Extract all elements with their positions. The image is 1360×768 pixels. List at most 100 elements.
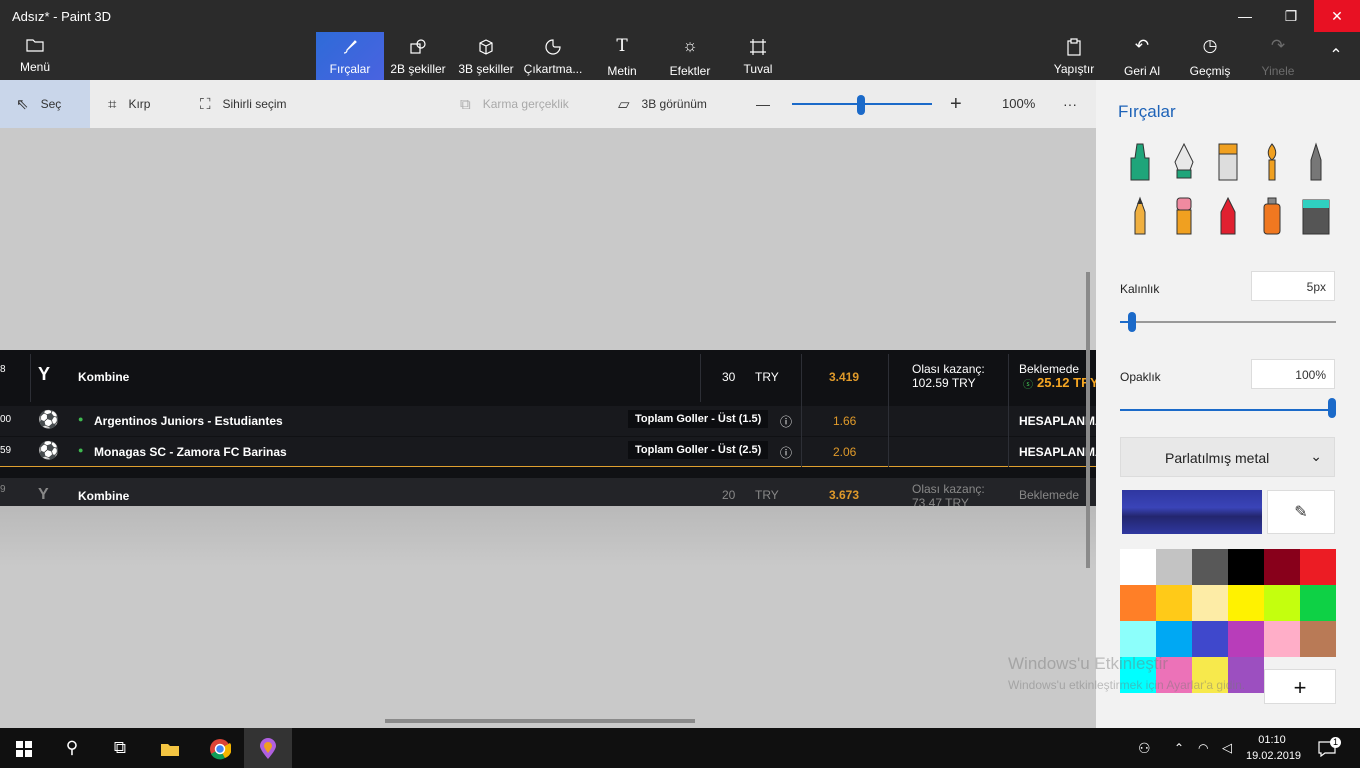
color-swatch[interactable] [1192,549,1228,585]
watercolor-brush-icon[interactable] [1254,142,1290,182]
opacity-slider[interactable] [1120,409,1336,411]
clock[interactable]: 01:10 19.02.2019 [1246,732,1301,764]
tab-text[interactable]: T Metin [598,32,646,80]
color-swatch[interactable] [1228,549,1264,585]
zoom-out-button[interactable]: — [756,80,770,128]
watermark-subtitle: Windows'u etkinleştirmek için Ayarlar'a … [1008,678,1246,692]
marker-brush-icon[interactable] [1122,142,1158,182]
color-swatch[interactable] [1156,585,1192,621]
chevron-down-icon: ⌄ [1310,448,1322,464]
tab-brushes[interactable]: Fırçalar [316,32,384,80]
status-badge: Beklemede [1019,488,1080,502]
color-swatch[interactable] [1120,621,1156,657]
folder-icon [8,32,62,56]
restore-button[interactable]: ❐ [1268,0,1314,32]
soccer-ball-icon: ⚽ [38,441,60,460]
thickness-slider-thumb[interactable] [1128,312,1136,332]
tab-canvas[interactable]: Tuval [736,32,780,80]
chevron-up-icon[interactable]: ⌃ [1174,728,1184,768]
color-swatch[interactable] [1228,621,1264,657]
color-swatch[interactable] [1192,621,1228,657]
notifications-icon[interactable]: 1 [1318,728,1341,768]
thickness-label: Kalınlık [1120,282,1160,296]
pixel-pen-icon[interactable] [1298,142,1334,182]
paint-3d-icon[interactable] [244,728,292,768]
close-button[interactable]: ✕ [1314,0,1360,32]
color-swatch[interactable] [1120,585,1156,621]
crayon-icon[interactable] [1210,196,1246,236]
row-odds: 1.66 [833,414,857,428]
calligraphy-pen-icon[interactable] [1166,142,1202,182]
material-dropdown[interactable]: Parlatılmış metal ⌄ [1120,437,1335,477]
zoom-in-button[interactable]: + [950,80,962,128]
vertical-scrollbar[interactable] [1086,272,1090,568]
pasted-image: 8 Y Kombine 30 TRY 3.419 Olası kazanç: 1… [0,350,1104,506]
network-icon[interactable]: ◠ [1198,728,1208,768]
color-swatch[interactable] [1264,585,1300,621]
tab-effects[interactable]: ☼ Efektler [664,32,716,80]
table-row: 9 Y Kombine 20 TRY 3.673 Olası kazanç: 7… [0,478,1096,506]
volume-icon[interactable]: ◁ [1222,728,1232,768]
spray-can-icon[interactable] [1254,196,1290,236]
color-swatch[interactable] [1156,621,1192,657]
undo-label: Geri Al [1123,64,1160,78]
start-button[interactable] [0,728,48,768]
menu-button[interactable]: Menü [8,32,62,80]
color-swatch[interactable] [1300,549,1336,585]
opacity-input[interactable]: 100% [1251,359,1335,389]
redo-button[interactable]: ↷ Yinele [1258,32,1298,80]
tab-2d-shapes[interactable]: 2B şekiller [386,32,450,80]
horizontal-scrollbar[interactable] [385,719,695,723]
color-swatch[interactable] [1228,585,1264,621]
chrome-icon[interactable] [196,728,244,768]
3d-view-button[interactable]: ▱ 3B görünüm [618,80,707,128]
task-view-icon[interactable]: ⧉ [96,728,144,768]
file-explorer-icon[interactable] [146,728,194,768]
mixed-reality-button[interactable]: ⧉ Karma gerçeklik [460,80,569,128]
color-swatch[interactable] [1192,585,1228,621]
color-swatch[interactable] [1264,621,1300,657]
watermark-title: Windows'u Etkinleştir [1008,654,1169,673]
crop-button[interactable]: ⌗ Kırp [108,80,150,128]
match-name: Monagas SC - Zamora FC Barinas [94,445,287,459]
select-button[interactable]: ⇖ Seç [0,80,90,128]
opacity-label: Opaklık [1120,370,1161,384]
history-button[interactable]: ◷ Geçmiş [1188,32,1232,80]
thickness-input[interactable]: 5px [1251,271,1335,301]
tab-3d-shapes[interactable]: 3B şekiller [454,32,518,80]
row-odds: 3.673 [829,488,860,502]
collapse-ribbon-button[interactable]: ⌃ [1320,32,1352,80]
magic-select-button[interactable]: ⛶ Sihirli seçim [200,80,287,128]
zoom-slider-thumb[interactable] [857,95,865,115]
fill-bucket-icon[interactable] [1298,196,1334,236]
minimize-button[interactable]: — [1222,0,1268,32]
crop-label: Kırp [128,97,151,111]
color-swatch[interactable] [1300,585,1336,621]
tab-stickers[interactable]: Çıkartma... [522,32,584,80]
pencil-icon[interactable] [1122,196,1158,236]
row-odds: 2.06 [833,445,857,459]
search-icon[interactable]: ⚲ [48,728,96,768]
selected-color-swatch[interactable] [1122,490,1262,534]
status-badge: Beklemede [1019,362,1080,376]
color-swatch[interactable] [1156,549,1192,585]
eyedropper-button[interactable]: ✎ [1267,490,1335,534]
oil-brush-icon[interactable] [1210,142,1246,182]
color-swatch[interactable] [1264,549,1300,585]
paste-button[interactable]: Yapıştır [1050,32,1098,80]
tab-label: Efektler [669,64,711,78]
color-swatch[interactable] [1120,549,1156,585]
panel-title: Fırçalar [1118,102,1176,121]
people-icon[interactable]: ⚇ [1138,728,1151,768]
3d-view-label: 3B görünüm [641,97,707,111]
color-swatch[interactable] [1300,621,1336,657]
match-name: Argentinos Juniors - Estudiantes [94,414,283,428]
more-options-button[interactable]: ··· [1063,80,1077,128]
row-currency: TRY [755,488,779,502]
add-color-button[interactable]: + [1264,669,1336,704]
eraser-icon[interactable] [1166,196,1202,236]
thickness-slider[interactable] [1120,321,1336,323]
3d-view-icon: ▱ [618,95,630,113]
undo-button[interactable]: ↶ Geri Al [1120,32,1164,80]
opacity-slider-thumb[interactable] [1328,398,1336,418]
